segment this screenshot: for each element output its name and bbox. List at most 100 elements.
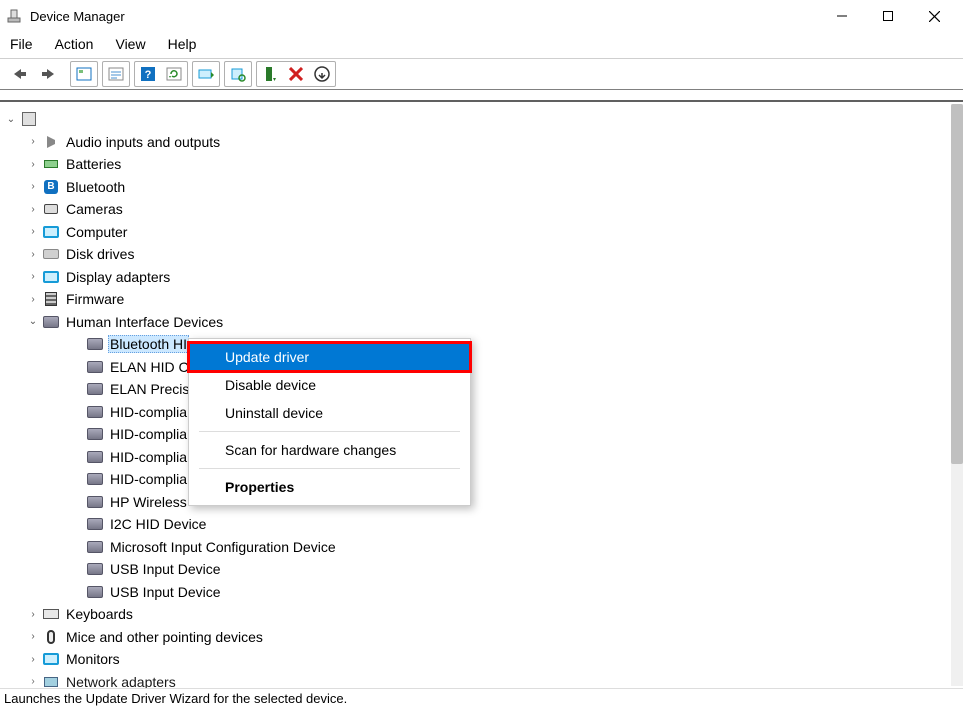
menu-view[interactable]: View bbox=[111, 34, 149, 54]
tree-device[interactable]: HID-complia bbox=[4, 468, 949, 491]
titlebar: Device Manager bbox=[0, 0, 963, 32]
expand-icon[interactable]: › bbox=[26, 202, 40, 216]
tree-device[interactable]: USB Input Device bbox=[4, 558, 949, 581]
tree-category[interactable]: › Disk drives bbox=[4, 243, 949, 266]
monitor-icon bbox=[42, 650, 60, 668]
expand-icon[interactable]: › bbox=[26, 630, 40, 644]
expand-icon[interactable]: › bbox=[26, 157, 40, 171]
tree-device[interactable]: ELAN Precisi bbox=[4, 378, 949, 401]
tree-category[interactable]: ›Firmware bbox=[4, 288, 949, 311]
tree-category-label: Mice and other pointing devices bbox=[64, 629, 265, 645]
expand-icon[interactable]: › bbox=[26, 292, 40, 306]
tree-device[interactable]: HID-complia bbox=[4, 423, 949, 446]
expand-icon[interactable]: › bbox=[26, 135, 40, 149]
tree-category[interactable]: › Mice and other pointing devices bbox=[4, 626, 949, 649]
speaker-icon bbox=[42, 133, 60, 151]
window-controls bbox=[819, 0, 957, 32]
toolbar-uninstall-device-button[interactable] bbox=[309, 62, 335, 86]
hid-icon bbox=[86, 583, 104, 601]
expand-icon[interactable]: › bbox=[26, 652, 40, 666]
camera-icon bbox=[42, 200, 60, 218]
context-menu-item[interactable]: Properties bbox=[189, 473, 470, 501]
tree-category[interactable]: › Computer bbox=[4, 221, 949, 244]
collapse-icon[interactable]: ⌄ bbox=[4, 112, 18, 126]
toolbar-update-driver-button[interactable] bbox=[193, 62, 219, 86]
context-menu-item[interactable]: Update driver bbox=[189, 343, 470, 371]
tree-device[interactable]: Microsoft Input Configuration Device bbox=[4, 536, 949, 559]
tree-device-label: Bluetooth HI bbox=[108, 335, 189, 353]
scrollbar-thumb[interactable] bbox=[951, 104, 963, 464]
menu-action[interactable]: Action bbox=[51, 34, 98, 54]
tree-device[interactable]: USB Input Device bbox=[4, 581, 949, 604]
context-menu-item[interactable]: Uninstall device bbox=[189, 399, 470, 427]
keyboard-icon bbox=[42, 605, 60, 623]
tree-category[interactable]: › Network adapters bbox=[4, 671, 949, 689]
tree-category[interactable]: ›Batteries bbox=[4, 153, 949, 176]
toolbar: ? bbox=[0, 59, 963, 89]
content-area: ⌄ ›Audio inputs and outputs›Batteries›BB… bbox=[0, 100, 963, 688]
tree-category[interactable]: › Audio inputs and outputs bbox=[4, 131, 949, 154]
toolbar-properties-button[interactable] bbox=[103, 62, 129, 86]
tree-device[interactable]: ELAN HID Cl bbox=[4, 356, 949, 379]
statusbar: Launches the Update Driver Wizard for th… bbox=[0, 688, 963, 708]
tree-device-label: HID-complia bbox=[108, 471, 189, 487]
tree-category-label: Audio inputs and outputs bbox=[64, 134, 222, 150]
toolbar-help-button[interactable]: ? bbox=[135, 62, 161, 86]
tree-category[interactable]: ›Display adapters bbox=[4, 266, 949, 289]
toolbar-show-hidden-button[interactable] bbox=[71, 62, 97, 86]
context-menu-item[interactable]: Disable device bbox=[189, 371, 470, 399]
computer-icon bbox=[20, 110, 38, 128]
tree-device-label: ELAN Precisi bbox=[108, 381, 194, 397]
expand-icon[interactable]: › bbox=[26, 225, 40, 239]
toolbar-enable-device-button[interactable] bbox=[257, 62, 283, 86]
tree-device[interactable]: Bluetooth HI bbox=[4, 333, 949, 356]
tree-device-label: USB Input Device bbox=[108, 584, 223, 600]
maximize-button[interactable] bbox=[865, 0, 911, 32]
toolbar-forward-button[interactable] bbox=[36, 62, 62, 86]
tree-device[interactable]: HP Wireless bbox=[4, 491, 949, 514]
close-button[interactable] bbox=[911, 0, 957, 32]
collapse-icon[interactable]: ⌄ bbox=[26, 315, 40, 329]
toolbar-scan-hardware-button[interactable] bbox=[225, 62, 251, 86]
tree-device[interactable]: HID-complia bbox=[4, 446, 949, 469]
hid-icon bbox=[86, 448, 104, 466]
tree-root[interactable]: ⌄ bbox=[4, 108, 949, 131]
vertical-scrollbar[interactable] bbox=[951, 104, 963, 686]
tree-device[interactable]: I2C HID Device bbox=[4, 513, 949, 536]
tree-category[interactable]: › Cameras bbox=[4, 198, 949, 221]
toolbar-back-button[interactable] bbox=[6, 62, 32, 86]
tree-category-label: Human Interface Devices bbox=[64, 314, 225, 330]
menu-help[interactable]: Help bbox=[164, 34, 201, 54]
context-menu-separator bbox=[199, 431, 460, 432]
bluetooth-icon: B bbox=[42, 178, 60, 196]
hid-icon bbox=[86, 470, 104, 488]
tree-device-label: Microsoft Input Configuration Device bbox=[108, 539, 338, 555]
tree-category[interactable]: ⌄ Human Interface Devices bbox=[4, 311, 949, 334]
tree-device-label: I2C HID Device bbox=[108, 516, 208, 532]
context-menu-item[interactable]: Scan for hardware changes bbox=[189, 436, 470, 464]
expand-icon[interactable]: › bbox=[26, 247, 40, 261]
firmware-icon bbox=[42, 290, 60, 308]
toolbar-refresh-button[interactable] bbox=[161, 62, 187, 86]
tree-category-label: Computer bbox=[64, 224, 129, 240]
hid-icon bbox=[86, 538, 104, 556]
tree-category[interactable]: ›BBluetooth bbox=[4, 176, 949, 199]
minimize-button[interactable] bbox=[819, 0, 865, 32]
hid-icon bbox=[86, 335, 104, 353]
hid-icon bbox=[42, 313, 60, 331]
tree-category[interactable]: ›Keyboards bbox=[4, 603, 949, 626]
tree-category-label: Network adapters bbox=[64, 674, 178, 688]
expand-icon[interactable]: › bbox=[26, 675, 40, 688]
tree-category-label: Cameras bbox=[64, 201, 125, 217]
tree-device[interactable]: HID-complia bbox=[4, 401, 949, 424]
hid-icon bbox=[86, 560, 104, 578]
tree-category-label: Disk drives bbox=[64, 246, 136, 262]
expand-icon[interactable]: › bbox=[26, 270, 40, 284]
hid-icon bbox=[86, 493, 104, 511]
menu-file[interactable]: File bbox=[6, 34, 37, 54]
tree-category[interactable]: ›Monitors bbox=[4, 648, 949, 671]
device-tree[interactable]: ⌄ ›Audio inputs and outputs›Batteries›BB… bbox=[0, 102, 949, 688]
expand-icon[interactable]: › bbox=[26, 607, 40, 621]
expand-icon[interactable]: › bbox=[26, 180, 40, 194]
toolbar-disable-device-button[interactable] bbox=[283, 62, 309, 86]
